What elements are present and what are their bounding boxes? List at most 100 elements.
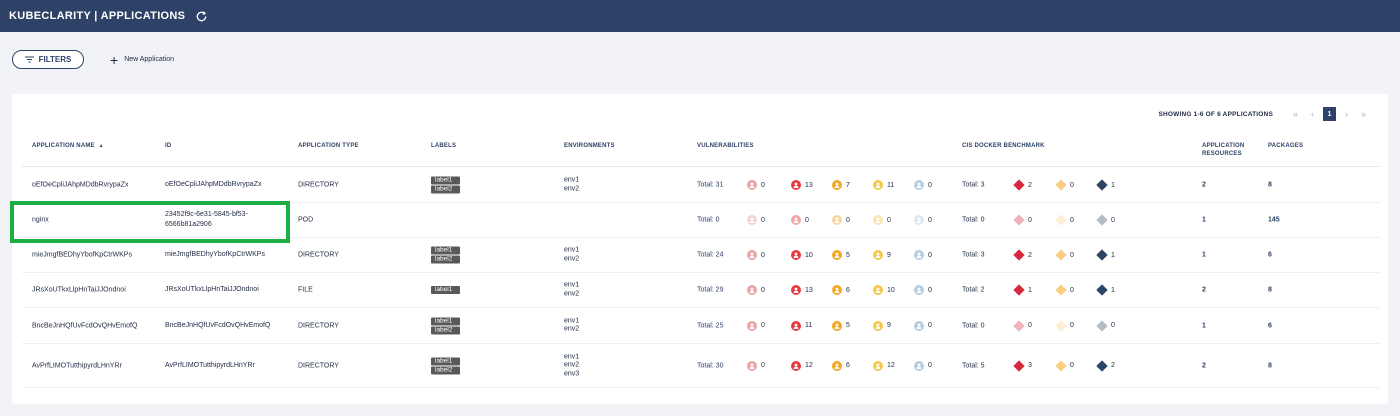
vulnerability-medium-count[interactable]: 5 <box>832 320 850 331</box>
column-header-vulnerabilities[interactable]: VULNERABILITIES <box>697 142 754 150</box>
vulnerability-medium-value: 6 <box>846 286 850 294</box>
cis-warn-count[interactable]: 0 <box>1055 319 1074 332</box>
page-1-button[interactable]: 1 <box>1323 107 1336 121</box>
cis-warn-count[interactable]: 0 <box>1055 214 1074 226</box>
packages-link[interactable]: 6 <box>1268 252 1272 259</box>
cis-fatal-count[interactable]: 1 <box>1013 284 1032 296</box>
vulnerability-critical-count[interactable]: 0 <box>747 250 765 260</box>
previous-page-button[interactable]: ‹ <box>1306 107 1319 121</box>
column-header-resources[interactable]: APPLICATION RESOURCES <box>1202 142 1244 158</box>
vulnerability-high-count[interactable]: 13 <box>791 180 813 190</box>
vulnerabilities-total-link[interactable]: Total: 30 <box>697 362 723 369</box>
column-header-labels[interactable]: LABELS <box>431 142 456 150</box>
packages-link[interactable]: 8 <box>1268 287 1272 294</box>
application-id: BncBeJnHQfUvFcdOvQHvEmofQ <box>165 321 270 331</box>
cis-fatal-count[interactable]: 0 <box>1013 214 1032 226</box>
new-application-button[interactable]: + New Application <box>110 53 174 67</box>
application-id: oEfOeCpliJAhpMDdbRvrypaZx <box>165 180 261 190</box>
vulnerability-high-count[interactable]: 0 <box>791 215 809 225</box>
application-name: mieJmgfBEDhyYbofKpCtrWKPs <box>32 251 132 259</box>
vulnerability-negligible-count[interactable]: 0 <box>914 360 932 371</box>
vulnerability-high-count[interactable]: 13 <box>791 285 813 295</box>
application-resources-link[interactable]: 2 <box>1202 362 1206 369</box>
cis-fatal-count[interactable]: 0 <box>1013 319 1032 332</box>
cis-warn-count[interactable]: 0 <box>1055 284 1074 296</box>
table-row[interactable]: nginx 23452f9c-6e31-5845-bf53- 6566b81a290… <box>22 203 1380 238</box>
cis-info-count[interactable]: 2 <box>1096 359 1115 372</box>
packages-link[interactable]: 8 <box>1268 362 1272 369</box>
vulnerability-medium-count[interactable]: 0 <box>832 215 850 225</box>
cis-warn-count[interactable]: 0 <box>1055 179 1074 191</box>
application-id: 23452f9c-6e31-5845-bf53- 6566b81a2906 <box>165 210 248 230</box>
vulnerability-critical-count[interactable]: 0 <box>747 285 765 295</box>
cis-warn-count[interactable]: 0 <box>1055 359 1074 372</box>
vulnerability-critical-count[interactable]: 0 <box>747 180 765 190</box>
table-row[interactable]: oEfOeCpliJAhpMDdbRvrypaZx oEfOeCpliJAhpMD… <box>22 168 1380 203</box>
vulnerability-negligible-count[interactable]: 0 <box>914 250 932 260</box>
filters-button[interactable]: FILTERS <box>12 50 84 69</box>
packages-link[interactable]: 145 <box>1268 217 1280 224</box>
vulnerability-negligible-count[interactable]: 0 <box>914 180 932 190</box>
cis-fatal-count[interactable]: 3 <box>1013 359 1032 372</box>
application-resources-link[interactable]: 1 <box>1202 252 1206 259</box>
cis-fatal-value: 0 <box>1028 216 1032 224</box>
packages-link[interactable]: 6 <box>1268 322 1272 329</box>
next-page-button[interactable]: › <box>1340 107 1353 121</box>
vulnerability-medium-count[interactable]: 5 <box>832 250 850 260</box>
vulnerability-low-count[interactable]: 9 <box>873 320 891 331</box>
last-page-button[interactable]: » <box>1357 107 1370 121</box>
vulnerability-high-icon <box>791 215 801 225</box>
vulnerability-low-icon <box>873 250 883 260</box>
vulnerability-high-count[interactable]: 10 <box>791 250 813 260</box>
vulnerability-low-count[interactable]: 11 <box>873 180 894 190</box>
column-header-packages[interactable]: PACKAGES <box>1268 142 1303 150</box>
cis-info-count[interactable]: 1 <box>1096 284 1115 296</box>
vulnerability-low-count[interactable]: 10 <box>873 285 895 295</box>
vulnerability-negligible-count[interactable]: 0 <box>914 215 932 225</box>
column-header-type[interactable]: APPLICATION TYPE <box>298 142 359 150</box>
application-resources-link[interactable]: 2 <box>1202 182 1206 189</box>
vulnerability-critical-count[interactable]: 0 <box>747 215 765 225</box>
vulnerabilities-total-link[interactable]: Total: 0 <box>697 217 720 224</box>
cis-warn-count[interactable]: 0 <box>1055 249 1074 261</box>
vulnerabilities-total-link[interactable]: Total: 29 <box>697 287 723 294</box>
vulnerability-low-count[interactable]: 9 <box>873 250 891 260</box>
column-header-name[interactable]: APPLICATION NAME ▲ <box>32 142 104 150</box>
cis-info-count[interactable]: 1 <box>1096 179 1115 191</box>
table-row[interactable]: JRsXoUTkxLlpHnTaiJJOndnoi JRsXoUTkxLlpHnT… <box>22 273 1380 308</box>
packages-link[interactable]: 8 <box>1268 182 1272 189</box>
vulnerability-critical-count[interactable]: 0 <box>747 360 765 371</box>
column-header-cis-benchmark[interactable]: CIS DOCKER BENCHMARK <box>962 142 1045 150</box>
vulnerability-medium-count[interactable]: 7 <box>832 180 850 190</box>
column-header-environments[interactable]: ENVIRONMENTS <box>564 142 615 150</box>
vulnerability-low-count[interactable]: 0 <box>873 215 891 225</box>
vulnerabilities-total-link[interactable]: Total: 31 <box>697 182 723 189</box>
application-resources-link[interactable]: 1 <box>1202 217 1206 224</box>
vulnerabilities-total-link[interactable]: Total: 25 <box>697 322 723 329</box>
cis-fatal-count[interactable]: 2 <box>1013 179 1032 191</box>
table-row[interactable]: BncBeJnHQfUvFcdOvQHvEmofQ BncBeJnHQfUvFcd… <box>22 308 1380 344</box>
table-row[interactable]: mieJmgfBEDhyYbofKpCtrWKPs mieJmgfBEDhyYbo… <box>22 238 1380 273</box>
vulnerability-high-count[interactable]: 12 <box>791 360 813 371</box>
vulnerability-high-value: 12 <box>805 362 813 369</box>
application-resources-link[interactable]: 1 <box>1202 322 1206 329</box>
vulnerability-negligible-count[interactable]: 0 <box>914 320 932 331</box>
vulnerability-medium-count[interactable]: 6 <box>832 285 850 295</box>
cis-info-count[interactable]: 1 <box>1096 249 1115 261</box>
vulnerability-critical-icon <box>747 285 757 295</box>
application-resources-link[interactable]: 2 <box>1202 287 1206 294</box>
cis-fatal-count[interactable]: 2 <box>1013 249 1032 261</box>
vulnerability-medium-count[interactable]: 6 <box>832 360 850 371</box>
cis-warn-icon <box>1055 319 1067 332</box>
table-row[interactable]: AvPrfLIMOTutthipyrdLHnYRr AvPrfLIMOTutthi… <box>22 344 1380 388</box>
cis-info-count[interactable]: 0 <box>1096 319 1115 332</box>
vulnerabilities-total-link[interactable]: Total: 24 <box>697 252 723 259</box>
cis-info-count[interactable]: 0 <box>1096 214 1115 226</box>
vulnerability-high-count[interactable]: 11 <box>791 320 812 331</box>
vulnerability-critical-count[interactable]: 0 <box>747 320 765 331</box>
vulnerability-negligible-count[interactable]: 0 <box>914 285 932 295</box>
refresh-icon[interactable] <box>194 9 208 23</box>
vulnerability-low-count[interactable]: 12 <box>873 360 895 371</box>
first-page-button[interactable]: « <box>1289 107 1302 121</box>
column-header-id[interactable]: ID <box>165 142 171 150</box>
